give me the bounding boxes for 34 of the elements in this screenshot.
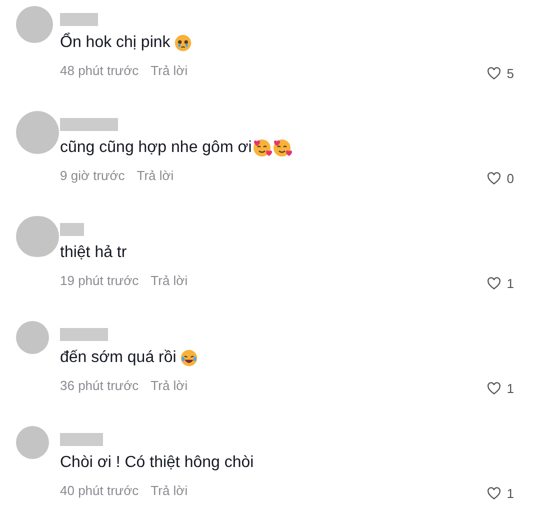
redacted-username <box>60 118 118 131</box>
comment-time: 40 phút trước <box>60 482 139 500</box>
comment-time: 36 phút trước <box>60 377 139 395</box>
heart-icon[interactable] <box>486 277 501 290</box>
comment-time: 9 giờ trước <box>60 167 125 185</box>
like-count: 1 <box>506 380 514 398</box>
redacted-username <box>60 328 108 341</box>
laughing-face-icon <box>180 349 198 367</box>
comment-text: Chòi ơi ! Có thiệt hông chòi <box>60 453 254 473</box>
like-count: 5 <box>506 65 514 83</box>
comment-text: thiệt hả tr <box>60 243 127 263</box>
reply-link[interactable]: Trả lời <box>150 481 188 500</box>
reply-link[interactable]: Trả lời <box>150 376 188 396</box>
reply-link[interactable]: Trả lời <box>136 166 174 186</box>
heart-icon[interactable] <box>486 487 501 500</box>
comment-time: 19 phút trước <box>60 272 139 290</box>
redacted-username <box>60 223 84 236</box>
redacted-username <box>60 433 103 446</box>
teary-face-icon <box>174 34 192 52</box>
like-count: 1 <box>506 485 514 503</box>
reply-link[interactable]: Trả lời <box>150 61 188 80</box>
like-count: 1 <box>506 275 514 293</box>
heart-icon[interactable] <box>486 382 501 396</box>
comment-time: 48 phút trước <box>60 62 139 80</box>
smiling-hearts-icon <box>252 138 272 158</box>
smiling-hearts-icon <box>272 138 292 158</box>
comment-text: Ổn hok chị pink <box>60 32 170 53</box>
like-count: 0 <box>506 170 514 188</box>
redacted-username <box>60 13 98 26</box>
heart-icon[interactable] <box>486 67 501 80</box>
reply-link[interactable]: Trả lời <box>150 271 188 290</box>
comment-text: cũng cũng hợp nhe gôm ơi <box>60 138 252 158</box>
heart-icon[interactable] <box>486 172 501 186</box>
comment-text: đến sớm quá rồi <box>60 348 176 368</box>
